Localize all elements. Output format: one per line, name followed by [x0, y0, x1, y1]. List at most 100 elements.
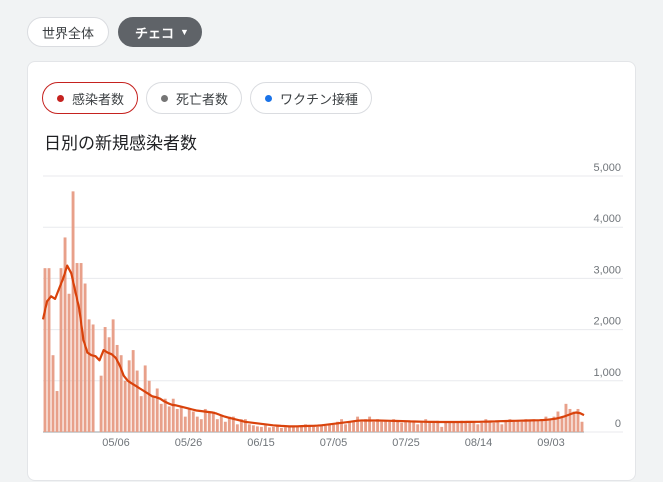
bar: [316, 426, 319, 432]
bar: [292, 426, 295, 432]
bar: [175, 408, 179, 432]
x-tick-label: 05/06: [102, 437, 130, 449]
bar: [492, 422, 496, 432]
bar: [83, 283, 87, 432]
bar: [207, 411, 211, 432]
x-tick-label: 09/03: [537, 437, 565, 449]
bar: [500, 424, 504, 432]
bar: [199, 419, 203, 432]
bar: [259, 426, 263, 432]
bar: [476, 424, 480, 432]
bar: [255, 426, 259, 432]
bar: [179, 406, 183, 432]
bar: [556, 411, 560, 432]
bar: [428, 421, 432, 432]
bar: [67, 293, 71, 432]
bar: [279, 427, 283, 432]
bar: [548, 419, 552, 432]
bar: [516, 420, 520, 432]
bar: [420, 421, 424, 432]
bar: [211, 411, 215, 432]
region-chip-czech-label: チェコ: [135, 25, 175, 41]
bar: [55, 391, 59, 432]
bar: [560, 416, 564, 432]
bar: [263, 425, 267, 432]
x-tick-label: 08/14: [465, 437, 493, 449]
bar: [416, 424, 420, 432]
daily-cases-chart: 5,000 4,000 3,000 2,000 1,000 0 05/06 05/26 06/1…: [41, 162, 623, 449]
bar: [223, 421, 227, 432]
bar: [536, 420, 540, 432]
bar: [452, 422, 456, 432]
bar: [171, 398, 175, 432]
bar: [99, 375, 103, 432]
bar: [147, 380, 151, 432]
bar: [79, 263, 83, 432]
bar: [219, 415, 223, 432]
bar: [71, 191, 75, 432]
bar: [51, 355, 55, 432]
bar: [472, 421, 476, 432]
bar: [444, 421, 448, 432]
y-tick-label: 5,000: [593, 162, 621, 174]
bar: [432, 421, 436, 432]
bar: [488, 421, 492, 432]
bar: [388, 421, 392, 432]
bar: [372, 421, 376, 432]
bar: [123, 380, 127, 432]
bar: [572, 411, 576, 432]
bar: [344, 424, 348, 432]
bar: [251, 425, 255, 432]
bar: [496, 421, 500, 432]
bar: [103, 327, 107, 432]
region-chip-world[interactable]: 世界全体: [27, 17, 110, 47]
x-tick-label: 06/15: [247, 437, 275, 449]
bar: [324, 425, 327, 432]
bar: [404, 421, 408, 432]
bar: [480, 422, 484, 432]
region-chip-group: 世界全体 チェコ ▼: [27, 17, 202, 47]
y-tick-label: 2,000: [593, 316, 621, 328]
bar: [332, 424, 335, 432]
bar: [87, 319, 91, 432]
bar: [127, 360, 131, 432]
bar: [91, 324, 95, 432]
bar: [59, 268, 63, 432]
bar: [520, 421, 524, 432]
x-tick-label: 07/25: [392, 437, 420, 449]
bar: [348, 421, 352, 432]
bar: [139, 396, 143, 432]
x-tick-label: 05/26: [175, 437, 203, 449]
bar: [143, 365, 147, 432]
chart-card: 感染者数 死亡者数 ワクチン接種 日別の新規感染者数 5,000 4,000 3,0…: [27, 61, 636, 481]
bar: [448, 421, 452, 432]
bar: [135, 370, 139, 432]
bar: [468, 422, 472, 432]
bar: [155, 388, 159, 432]
bar: [151, 396, 155, 432]
region-chip-czech[interactable]: チェコ ▼: [118, 17, 202, 47]
bar: [412, 421, 416, 432]
bar: [75, 263, 79, 432]
bar: [464, 421, 468, 432]
x-tick-label: 07/05: [320, 437, 348, 449]
bar: [352, 421, 356, 432]
bar: [107, 337, 111, 432]
y-tick-label: 3,000: [593, 264, 621, 276]
bar: [247, 424, 251, 432]
bar: [300, 426, 303, 432]
bar: [131, 350, 135, 432]
bar: [47, 268, 51, 432]
bar: [312, 426, 315, 432]
y-tick-label: 1,000: [593, 367, 621, 379]
bar: [356, 416, 360, 432]
bar: [440, 426, 444, 432]
bar: [564, 403, 568, 432]
bar: [235, 424, 239, 432]
bar: [360, 421, 364, 432]
bar: [215, 419, 219, 432]
bar: [195, 416, 199, 432]
dropdown-caret-icon: ▼: [180, 27, 189, 37]
bar: [167, 406, 171, 432]
bar: [43, 268, 47, 432]
